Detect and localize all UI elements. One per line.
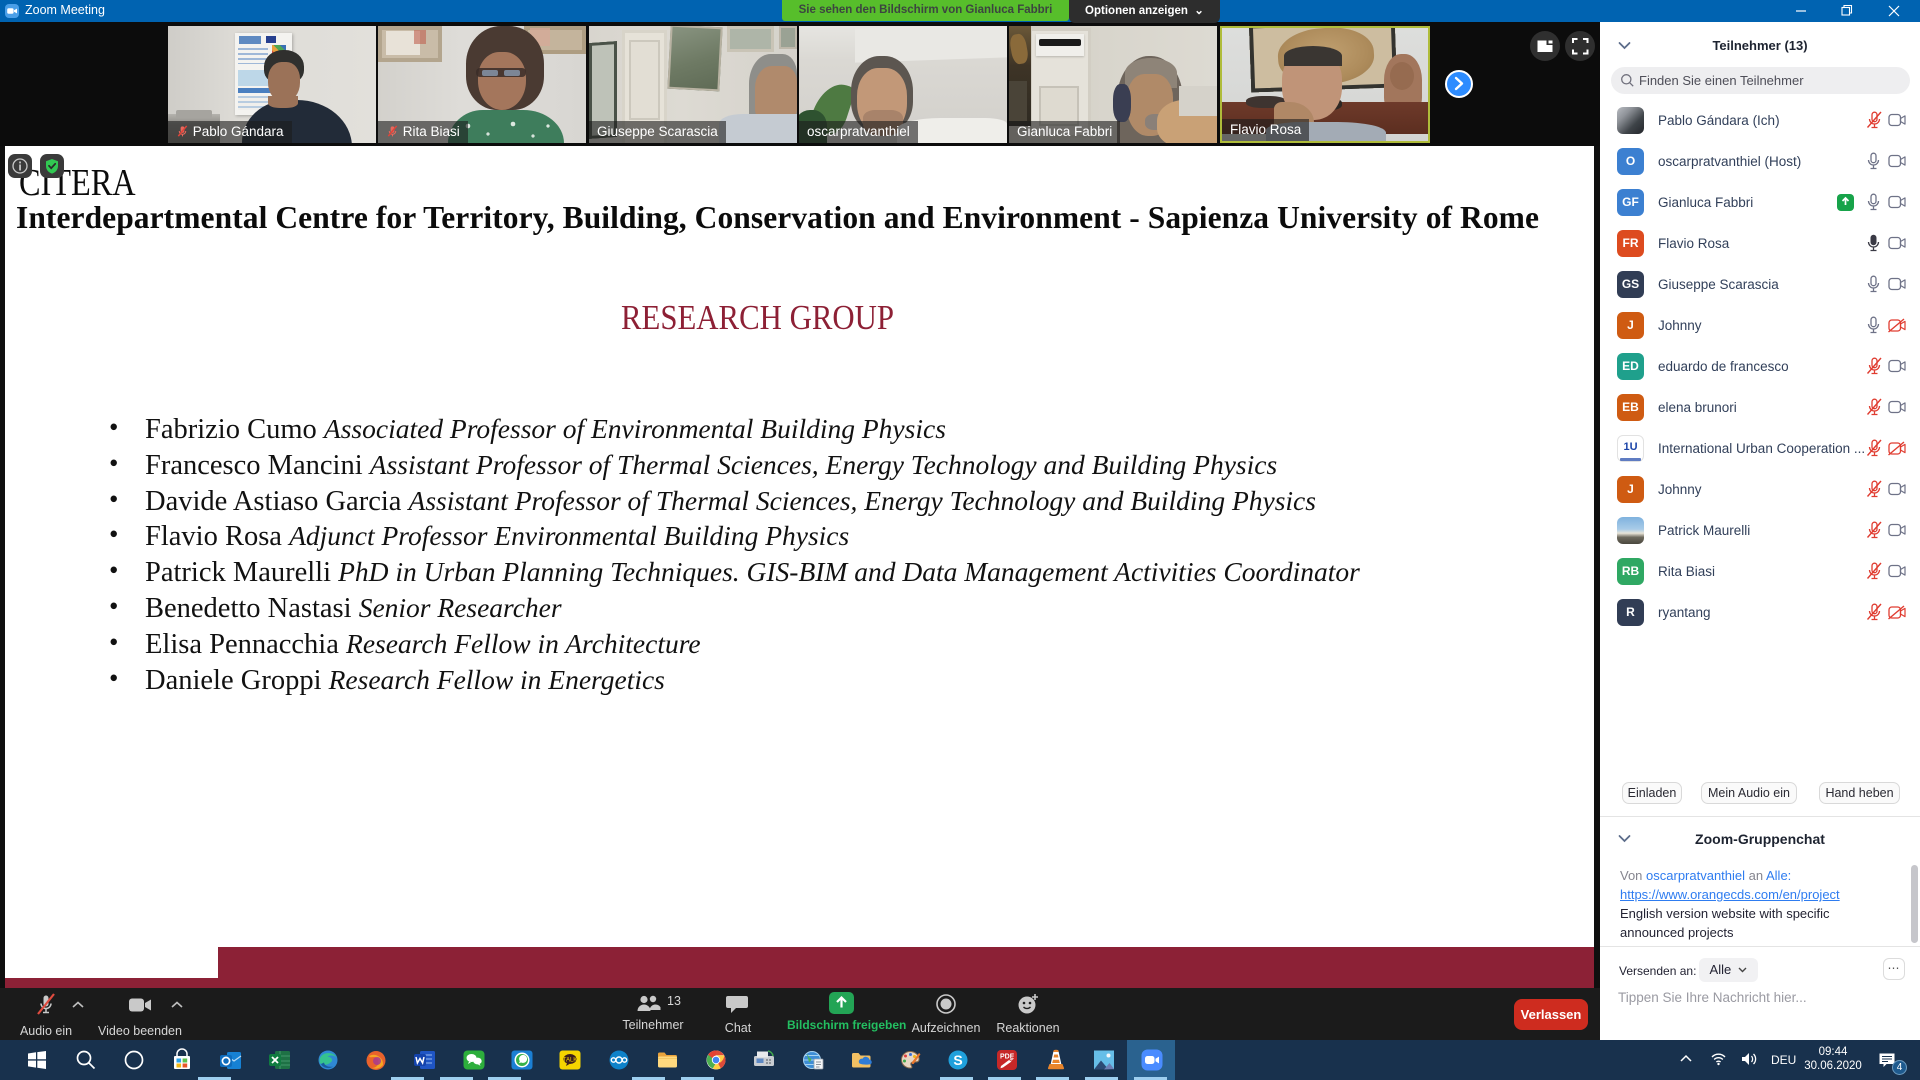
svg-text:S: S	[953, 1052, 962, 1068]
svg-text:TALK: TALK	[563, 1058, 578, 1064]
